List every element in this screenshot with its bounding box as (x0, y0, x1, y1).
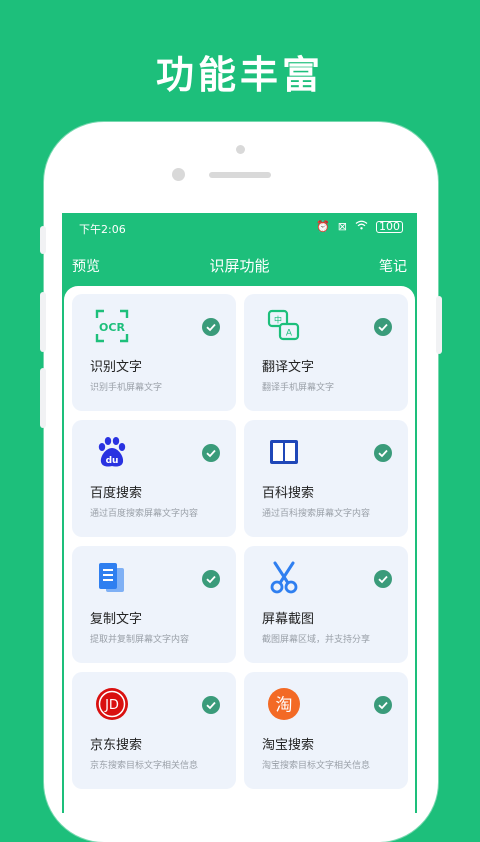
feature-title: 百度搜索 (90, 486, 143, 501)
feature-card-copy[interactable]: 复制文字 提取并复制屏幕文字内容 (72, 546, 236, 663)
svg-text:OCR: OCR (99, 321, 125, 334)
feature-title: 百科搜索 (262, 486, 315, 501)
feature-title: 京东搜索 (90, 738, 143, 753)
phone-side-button (40, 292, 46, 352)
svg-text:du: du (106, 456, 119, 466)
feature-subtitle: 截图屏幕区域，并支持分享 (262, 635, 371, 645)
translate-icon: 中 A (266, 308, 302, 344)
feature-subtitle: 识别手机屏幕文字 (90, 383, 163, 393)
wifi-icon (355, 220, 368, 233)
check-icon (374, 318, 392, 336)
battery-icon: 100 (376, 220, 403, 233)
scissors-icon (266, 560, 302, 596)
check-icon (202, 444, 220, 462)
feature-panel: OCR 识别文字 识别手机屏幕文字 中 A 翻译文字 翻译手机屏幕文字 du 百… (64, 286, 415, 813)
check-icon (202, 570, 220, 588)
feature-subtitle: 京东搜索目标文字相关信息 (90, 761, 199, 771)
notes-button[interactable]: 笔记 (379, 256, 407, 276)
jd-icon: JD (94, 686, 130, 722)
check-icon (202, 318, 220, 336)
front-camera (236, 145, 245, 154)
status-time: 下午2:06 (79, 223, 126, 236)
feature-card-jd[interactable]: JD 京东搜索 京东搜索目标文字相关信息 (72, 672, 236, 789)
svg-text:中: 中 (274, 315, 282, 325)
phone-screen: 下午2:06 ⏰ ⊠ 100 预览 识屏功能 笔记 OCR 识别文字 识别手机屏… (62, 213, 417, 813)
proximity-sensor (172, 168, 185, 181)
phone-side-button (436, 296, 442, 354)
ocr-icon: OCR (94, 308, 130, 344)
alarm-icon: ⏰ (316, 220, 330, 233)
feature-card-baike[interactable]: 百科搜索 通过百科搜索屏幕文字内容 (244, 420, 408, 537)
book-icon (266, 434, 302, 470)
baidu-icon: du (94, 434, 130, 470)
app-header: 预览 识屏功能 笔记 (62, 253, 417, 279)
feature-subtitle: 淘宝搜索目标文字相关信息 (262, 761, 371, 771)
feature-subtitle: 通过百科搜索屏幕文字内容 (262, 509, 371, 519)
check-icon (202, 696, 220, 714)
svg-text:A: A (286, 329, 293, 339)
feature-subtitle: 提取并复制屏幕文字内容 (90, 635, 190, 645)
copy-doc-icon (94, 560, 130, 596)
page-title: 识屏功能 (209, 257, 270, 275)
taobao-icon: 淘 (266, 686, 302, 722)
feature-subtitle: 通过百度搜索屏幕文字内容 (90, 509, 199, 519)
feature-card-screenshot[interactable]: 屏幕截图 截图屏幕区域，并支持分享 (244, 546, 408, 663)
promo-title: 功能丰富 (155, 53, 324, 97)
feature-card-translate[interactable]: 中 A 翻译文字 翻译手机屏幕文字 (244, 294, 408, 411)
no-sim-icon: ⊠ (337, 220, 347, 233)
feature-title: 淘宝搜索 (262, 738, 315, 753)
feature-title: 复制文字 (90, 612, 143, 627)
svg-text:淘: 淘 (276, 696, 293, 716)
feature-subtitle: 翻译手机屏幕文字 (262, 383, 335, 393)
feature-title: 翻译文字 (262, 360, 315, 375)
check-icon (374, 696, 392, 714)
check-icon (374, 570, 392, 588)
feature-card-baidu[interactable]: du 百度搜索 通过百度搜索屏幕文字内容 (72, 420, 236, 537)
earpiece-speaker (209, 172, 271, 178)
phone-side-button (40, 368, 46, 428)
status-icons: ⏰ ⊠ 100 (316, 220, 403, 233)
feature-title: 屏幕截图 (262, 612, 315, 627)
check-icon (374, 444, 392, 462)
phone-side-button (40, 226, 46, 254)
feature-title: 识别文字 (90, 360, 143, 375)
svg-text:JD: JD (104, 698, 119, 713)
feature-card-taobao[interactable]: 淘 淘宝搜索 淘宝搜索目标文字相关信息 (244, 672, 408, 789)
feature-card-ocr[interactable]: OCR 识别文字 识别手机屏幕文字 (72, 294, 236, 411)
status-bar: 下午2:06 ⏰ ⊠ 100 (62, 213, 417, 243)
